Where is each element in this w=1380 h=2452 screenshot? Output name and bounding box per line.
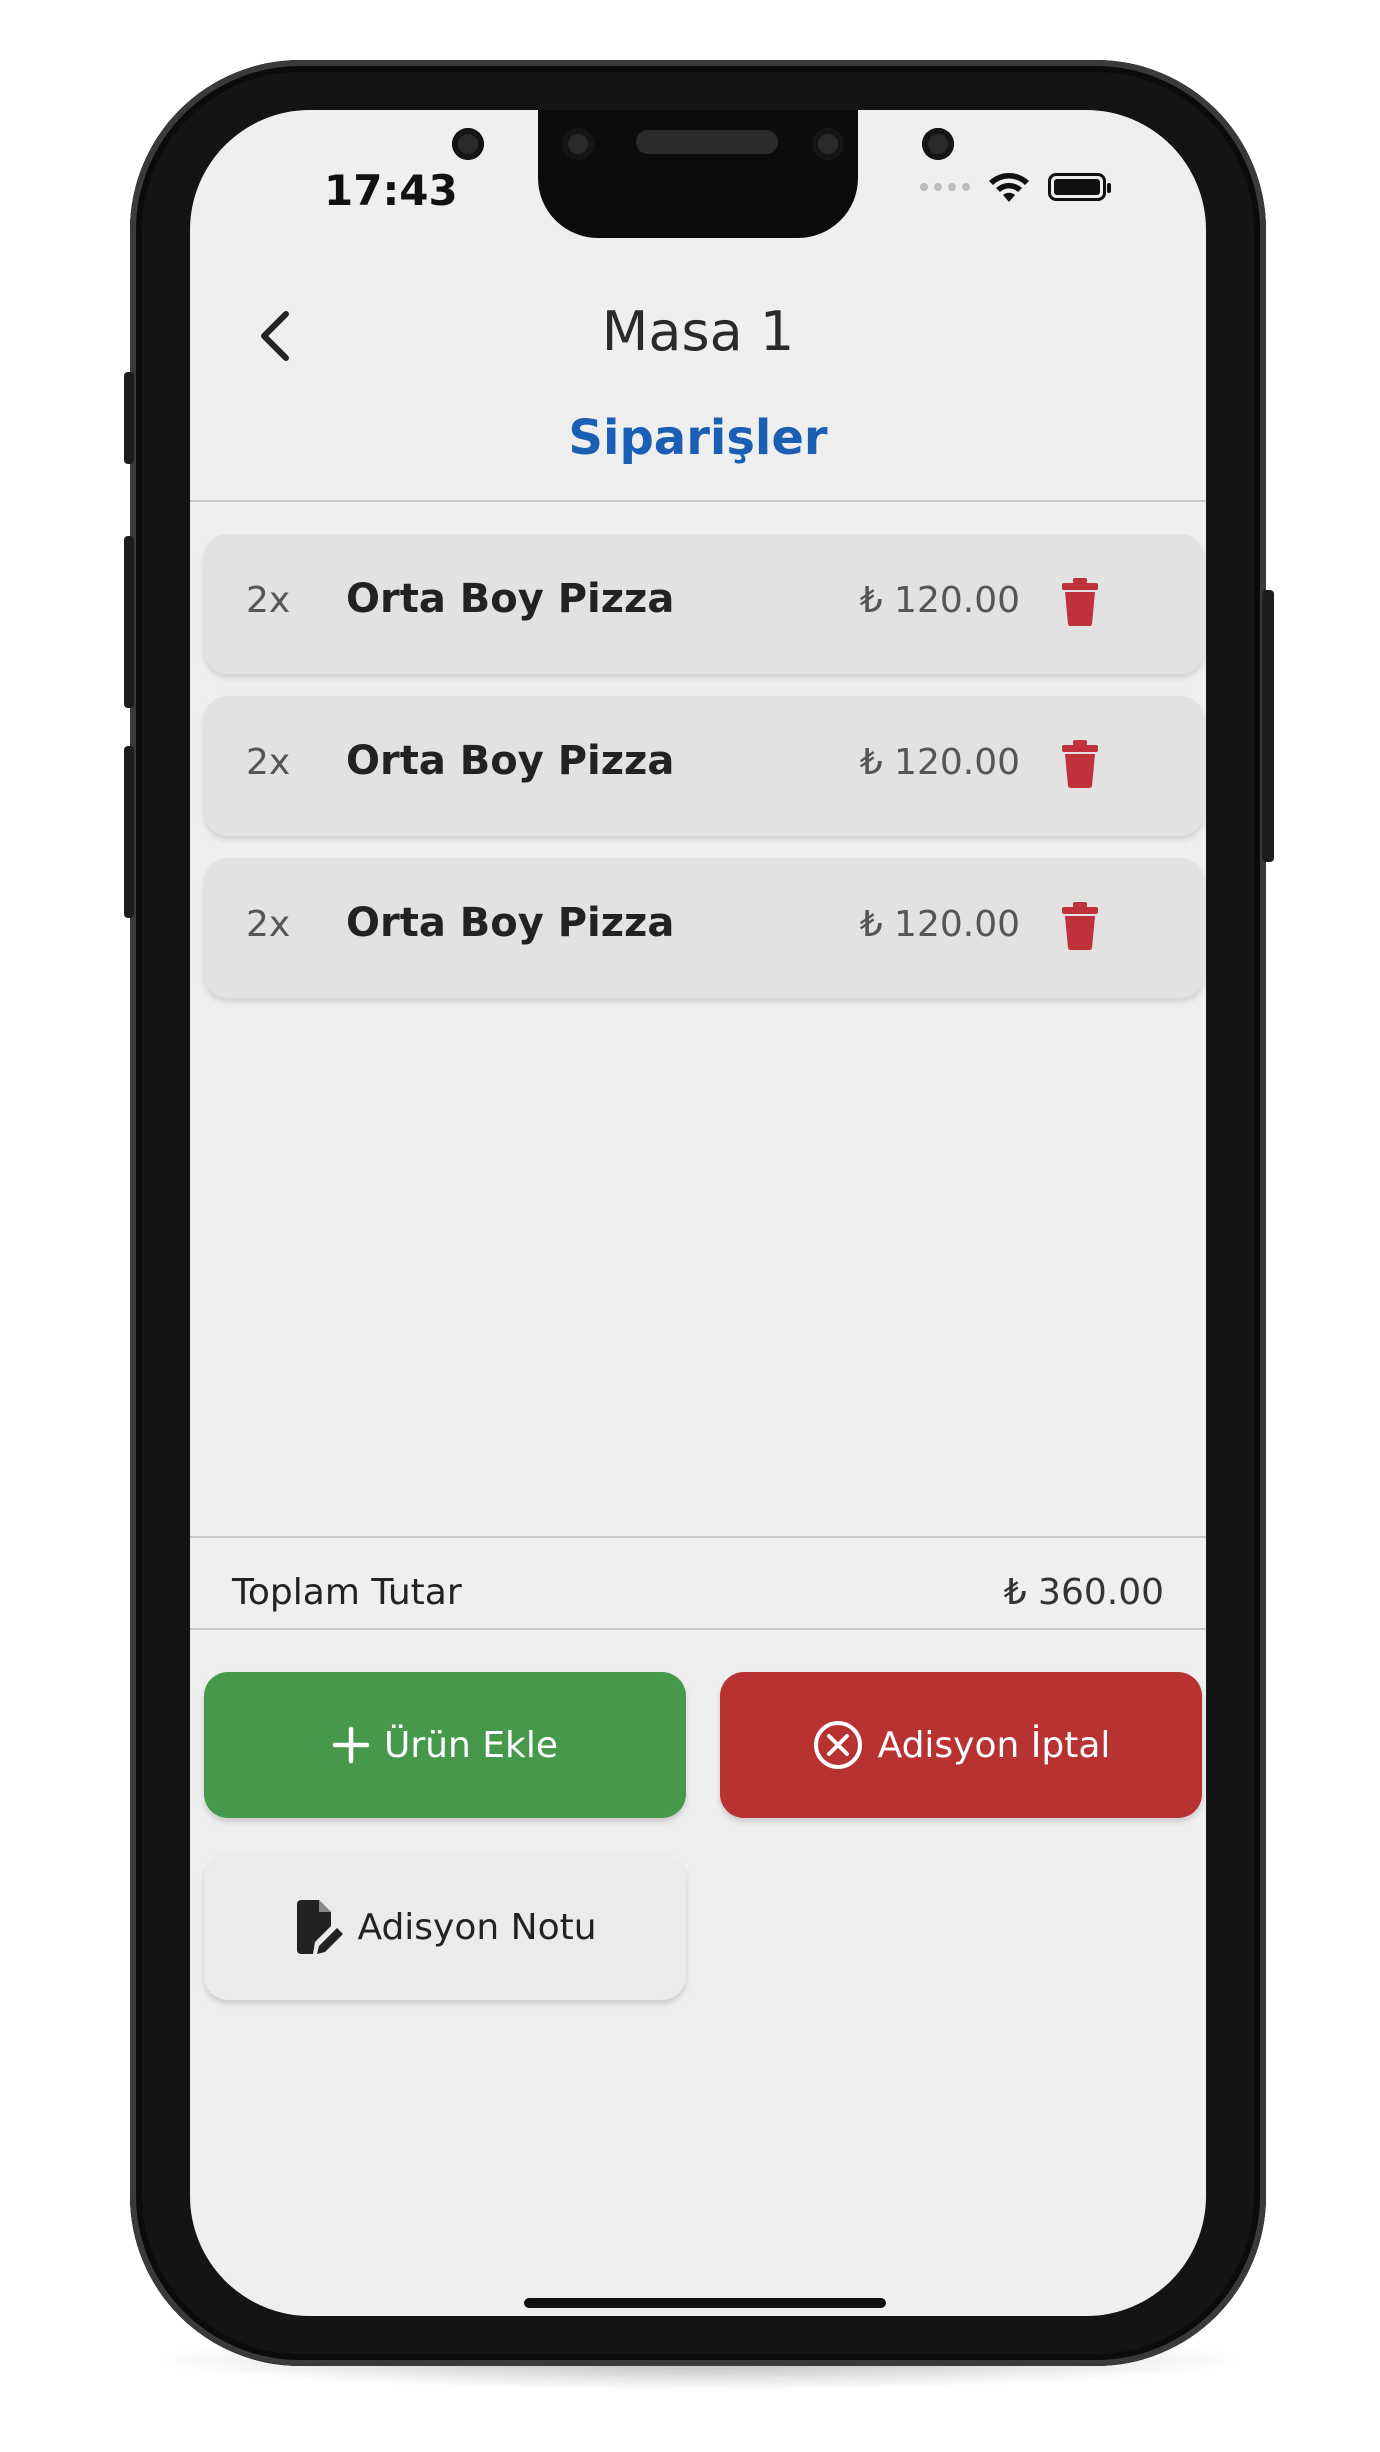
order-item[interactable]: 2x Orta Boy Pizza ₺ 120.00	[204, 696, 1204, 836]
trash-icon[interactable]	[1060, 740, 1100, 788]
front-sensor	[452, 128, 484, 160]
trash-icon[interactable]	[1060, 902, 1100, 950]
earpiece-speaker	[636, 130, 778, 154]
note-edit-icon	[297, 1900, 344, 1954]
section-title: Siparişler	[568, 410, 828, 466]
signal-icon	[920, 183, 970, 191]
total-divider-bottom	[190, 1628, 1206, 1630]
volume-up-button	[124, 536, 134, 708]
order-name: Orta Boy Pizza	[346, 900, 675, 946]
add-product-label: Ürün Ekle	[384, 1724, 558, 1766]
volume-down-button	[124, 746, 134, 918]
order-qty: 2x	[246, 580, 291, 621]
order-name: Orta Boy Pizza	[346, 738, 675, 784]
status-time: 17:43	[324, 166, 458, 215]
close-circle-icon	[813, 1721, 862, 1769]
plus-icon	[332, 1726, 370, 1764]
order-item[interactable]: 2x Orta Boy Pizza ₺ 120.00	[204, 858, 1204, 998]
front-camera	[812, 128, 844, 160]
bill-note-button[interactable]: Adisyon Notu	[204, 1854, 686, 2000]
silent-switch	[124, 372, 134, 464]
front-sensor	[922, 128, 954, 160]
cancel-bill-button[interactable]: Adisyon İptal	[720, 1672, 1202, 1818]
order-qty: 2x	[246, 904, 291, 945]
order-price: ₺ 120.00	[859, 742, 1020, 783]
add-product-button[interactable]: Ürün Ekle	[204, 1672, 686, 1818]
home-indicator[interactable]	[524, 2298, 886, 2308]
total-label: Toplam Tutar	[232, 1572, 462, 1613]
total-value: ₺ 360.00	[1003, 1572, 1164, 1613]
order-qty: 2x	[246, 742, 291, 783]
bill-note-label: Adisyon Notu	[357, 1906, 597, 1948]
front-sensor	[562, 128, 594, 160]
battery-icon	[1048, 173, 1111, 201]
app-screen: 17:43 Masa 1 Siparişler 2x Orta Boy Pizz…	[190, 110, 1206, 2316]
wifi-icon	[989, 173, 1029, 202]
order-price: ₺ 120.00	[859, 580, 1020, 621]
total-divider-top	[190, 1536, 1206, 1538]
header-divider	[190, 500, 1206, 502]
page-title: Masa 1	[601, 300, 795, 363]
order-name: Orta Boy Pizza	[346, 576, 675, 622]
trash-icon[interactable]	[1060, 578, 1100, 626]
order-price: ₺ 120.00	[859, 904, 1020, 945]
order-item[interactable]: 2x Orta Boy Pizza ₺ 120.00	[204, 534, 1204, 674]
status-icons	[920, 170, 1111, 204]
power-button	[1262, 590, 1274, 862]
cancel-bill-label: Adisyon İptal	[877, 1724, 1111, 1766]
